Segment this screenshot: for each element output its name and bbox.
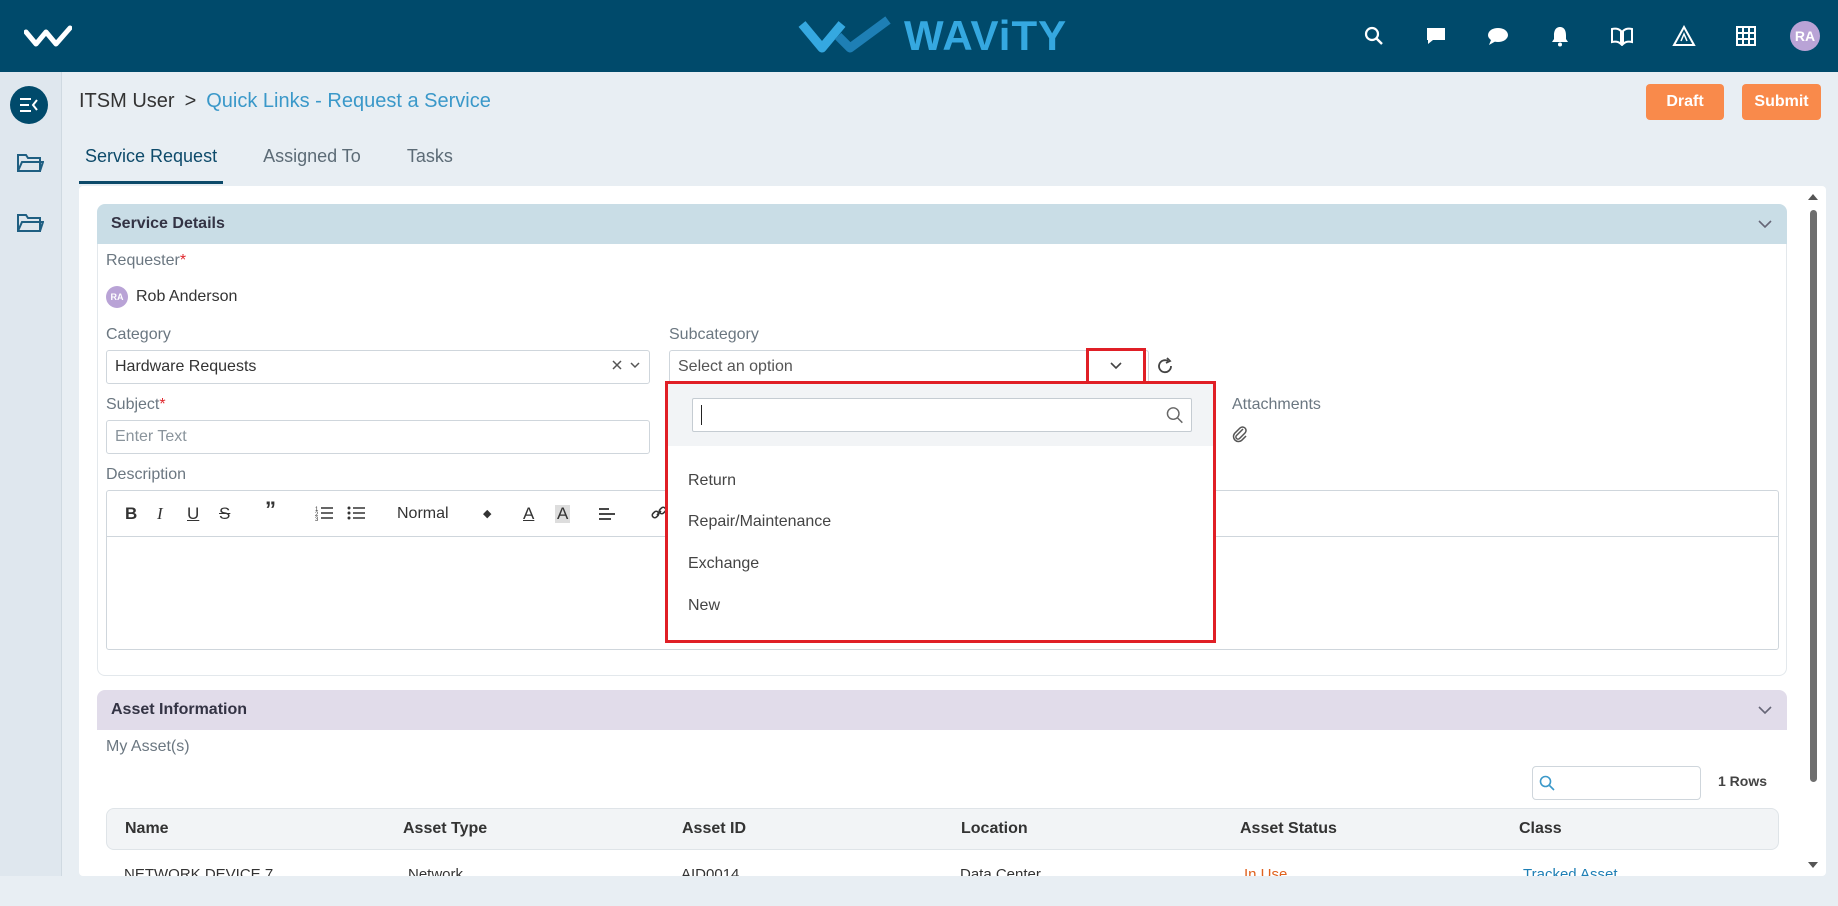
- user-avatar[interactable]: RA: [1790, 21, 1820, 51]
- grid-icon[interactable]: [1728, 18, 1764, 54]
- dropdown-search-input[interactable]: [701, 406, 1166, 424]
- column-header-name[interactable]: Name: [125, 820, 169, 838]
- brand-logo: WAViTY: [798, 12, 1067, 60]
- brand-name: WAViTY: [904, 12, 1068, 59]
- asset-information-title: Asset Information: [111, 701, 248, 718]
- dropdown-option-new[interactable]: New: [688, 597, 720, 615]
- subcategory-dropdown-toggle[interactable]: [1086, 348, 1146, 384]
- chat-icon[interactable]: [1418, 18, 1454, 54]
- dropdown-search-area: [668, 384, 1213, 446]
- requester-label-text: Requester: [106, 252, 180, 269]
- underline-icon[interactable]: U: [187, 505, 199, 523]
- search-icon: [1166, 407, 1183, 424]
- table-header: Name Asset Type Asset ID Location Asset …: [106, 808, 1779, 850]
- tab-assigned-to[interactable]: Assigned To: [257, 138, 367, 184]
- requester-label: Requester*: [106, 252, 186, 270]
- bold-icon[interactable]: B: [125, 505, 137, 523]
- home-logo-icon[interactable]: [24, 22, 72, 50]
- collapse-menu-icon[interactable]: [10, 86, 48, 124]
- background-color-icon[interactable]: A: [555, 505, 571, 523]
- refresh-icon[interactable]: [1156, 357, 1174, 375]
- requester-name: Rob Anderson: [136, 288, 238, 305]
- folder-icon[interactable]: [16, 151, 44, 175]
- breadcrumb: ITSM User > Quick Links - Request a Serv…: [79, 90, 491, 113]
- chevron-down-icon[interactable]: [629, 359, 641, 371]
- breadcrumb-root[interactable]: ITSM User: [79, 90, 175, 113]
- format-select-arrows-icon[interactable]: ◆: [483, 505, 491, 523]
- page-bottom-margin: [0, 876, 1838, 906]
- search-icon[interactable]: [1356, 18, 1392, 54]
- subject-label: Subject*: [106, 396, 166, 414]
- scrollbar-thumb[interactable]: [1810, 210, 1817, 782]
- bell-icon[interactable]: [1542, 18, 1578, 54]
- draft-button[interactable]: Draft: [1646, 84, 1724, 120]
- folder-icon[interactable]: [16, 211, 44, 235]
- brand-mark-icon: [798, 16, 891, 53]
- subject-label-text: Subject: [106, 396, 160, 413]
- svg-text:3: 3: [315, 517, 319, 521]
- left-rail: [0, 72, 62, 906]
- italic-icon[interactable]: I: [157, 505, 163, 523]
- asset-information-header[interactable]: Asset Information: [97, 690, 1787, 730]
- column-header-asset-status[interactable]: Asset Status: [1240, 820, 1337, 838]
- breadcrumb-current[interactable]: Quick Links - Request a Service: [206, 90, 491, 113]
- column-header-asset-id[interactable]: Asset ID: [682, 820, 746, 838]
- submit-button[interactable]: Submit: [1742, 84, 1821, 120]
- tab-tasks[interactable]: Tasks: [401, 138, 459, 184]
- chevron-down-icon[interactable]: [1757, 702, 1773, 718]
- category-controls: [611, 359, 641, 371]
- chevron-down-icon[interactable]: [1757, 216, 1773, 232]
- avatar: RA: [106, 286, 128, 308]
- ordered-list-icon[interactable]: 123: [315, 505, 333, 521]
- attachments-label: Attachments: [1232, 396, 1321, 413]
- description-label: Description: [106, 466, 187, 483]
- subcategory-dropdown: Return Repair/Maintenance Exchange New: [665, 381, 1216, 643]
- requester-value[interactable]: RA Rob Anderson: [106, 286, 237, 308]
- subject-field[interactable]: [106, 420, 650, 454]
- top-bar: WAViTY RA: [0, 0, 1838, 72]
- column-header-location[interactable]: Location: [961, 820, 1028, 838]
- align-icon[interactable]: [599, 507, 615, 521]
- subcategory-label: Subcategory: [669, 326, 759, 343]
- tab-service-request[interactable]: Service Request: [79, 138, 224, 184]
- column-header-asset-type[interactable]: Asset Type: [403, 820, 487, 838]
- required-marker: *: [159, 396, 166, 413]
- my-assets-label: My Asset(s): [106, 738, 190, 755]
- tabs: Service Request Assigned To Tasks: [79, 138, 493, 184]
- category-select[interactable]: Hardware Requests: [106, 350, 650, 384]
- dropdown-option-return[interactable]: Return: [688, 472, 736, 490]
- service-details-title: Service Details: [111, 215, 225, 232]
- required-marker: *: [179, 252, 187, 269]
- dropdown-option-repair-maintenance[interactable]: Repair/Maintenance: [688, 513, 831, 531]
- clear-icon[interactable]: [611, 359, 623, 371]
- bullet-list-icon[interactable]: [347, 505, 365, 521]
- paperclip-icon[interactable]: [1232, 424, 1248, 444]
- book-icon[interactable]: [1604, 18, 1640, 54]
- scroll-down-arrow[interactable]: [1808, 862, 1818, 868]
- dropdown-search-field[interactable]: [692, 398, 1192, 432]
- category-value: Hardware Requests: [115, 358, 257, 375]
- asset-search-field[interactable]: [1532, 766, 1701, 800]
- warning-icon[interactable]: [1666, 18, 1702, 54]
- breadcrumb-separator: >: [184, 90, 197, 112]
- strikethrough-icon[interactable]: S: [219, 505, 230, 523]
- asset-search-input[interactable]: [1561, 775, 1691, 791]
- rows-count: 1 Rows: [1718, 773, 1768, 789]
- search-icon: [1539, 775, 1555, 791]
- blockquote-icon[interactable]: ”: [265, 499, 276, 521]
- subcategory-placeholder: Select an option: [678, 358, 793, 375]
- format-select[interactable]: Normal: [397, 505, 449, 523]
- subcategory-select[interactable]: Select an option: [669, 350, 1149, 384]
- top-icons: RA: [1356, 18, 1820, 54]
- scroll-up-arrow[interactable]: [1808, 194, 1818, 200]
- dropdown-option-exchange[interactable]: Exchange: [688, 555, 759, 573]
- category-label: Category: [106, 326, 171, 343]
- service-details-header[interactable]: Service Details: [97, 204, 1787, 244]
- chevron-down-icon: [1110, 362, 1122, 370]
- text-color-icon[interactable]: A: [523, 505, 534, 523]
- messages-icon[interactable]: [1480, 18, 1516, 54]
- subject-input[interactable]: [115, 428, 649, 446]
- column-header-class[interactable]: Class: [1519, 820, 1562, 838]
